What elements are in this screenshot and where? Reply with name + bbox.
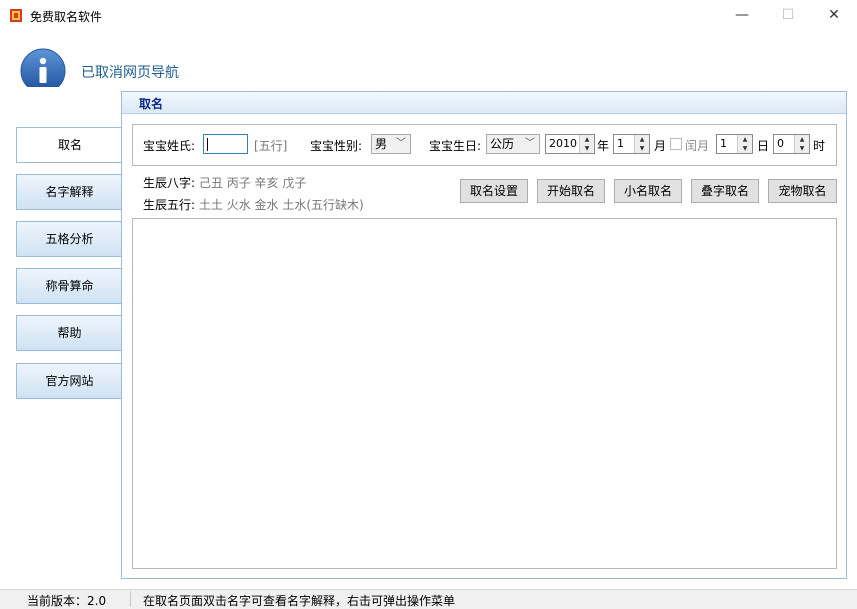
double-char-naming-button[interactable]: 叠字取名 bbox=[691, 179, 759, 203]
sidebar-item-naming[interactable]: 取名 bbox=[16, 127, 123, 163]
spinner-arrows-icon[interactable]: ▲ ▼ bbox=[794, 135, 809, 153]
surname-input[interactable] bbox=[203, 134, 248, 154]
header-title: 已取消网页导航 bbox=[81, 65, 179, 81]
wuxing-label: 生辰五行: bbox=[143, 198, 196, 212]
spinner-arrows-icon[interactable]: ▲ ▼ bbox=[634, 135, 649, 153]
maximize-button[interactable]: ☐ bbox=[765, 0, 811, 30]
usage-tip: 在取名页面双击名字可查看名字解释，右击可弹出操作菜单 bbox=[143, 594, 456, 608]
gender-select[interactable]: 男 ﹀ bbox=[371, 134, 411, 154]
spinner-arrows-icon[interactable]: ▲ ▼ bbox=[579, 135, 594, 153]
calendar-select[interactable]: 公历 ﹀ bbox=[486, 134, 540, 154]
year-spinner[interactable]: 2010 ▲ ▼ bbox=[545, 134, 595, 154]
minimize-button[interactable]: — bbox=[719, 0, 765, 30]
status-divider bbox=[130, 591, 131, 607]
day-unit: 日 bbox=[757, 139, 770, 153]
start-naming-button[interactable]: 开始取名 bbox=[537, 179, 605, 203]
name-results-list[interactable] bbox=[132, 218, 837, 569]
close-button[interactable]: ✕ bbox=[811, 0, 857, 30]
chevron-down-icon: ﹀ bbox=[396, 138, 406, 149]
spinner-arrows-icon[interactable]: ▲ ▼ bbox=[737, 135, 752, 153]
naming-settings-button[interactable]: 取名设置 bbox=[460, 179, 528, 203]
window-title: 免费取名软件 bbox=[30, 10, 103, 24]
gender-label: 宝宝性别: bbox=[310, 139, 363, 153]
sidebar-item-wuge-analysis[interactable]: 五格分析 bbox=[16, 221, 122, 257]
year-unit: 年 bbox=[597, 139, 610, 153]
month-spinner[interactable]: 1 ▲ ▼ bbox=[613, 134, 650, 154]
panel-title: 取名 bbox=[139, 97, 164, 111]
leap-month-label: 闰月 bbox=[685, 139, 710, 153]
nickname-naming-button[interactable]: 小名取名 bbox=[614, 179, 682, 203]
day-spinner[interactable]: 1 ▲ ▼ bbox=[716, 134, 753, 154]
hour-spinner[interactable]: 0 ▲ ▼ bbox=[773, 134, 810, 154]
version-status: 当前版本：2.0 bbox=[27, 594, 107, 608]
sidebar-item-official-site[interactable]: 官方网站 bbox=[16, 363, 122, 399]
bazi-label: 生辰八字: bbox=[143, 176, 196, 190]
app-logo-icon bbox=[10, 9, 22, 22]
month-unit: 月 bbox=[654, 139, 667, 153]
panel-header bbox=[122, 92, 846, 114]
sidebar-item-name-explain[interactable]: 名字解释 bbox=[16, 174, 122, 210]
birthday-label: 宝宝生日: bbox=[429, 139, 482, 153]
hour-unit: 时 bbox=[813, 139, 826, 153]
info-icon bbox=[20, 48, 66, 87]
sidebar-item-bone-weight[interactable]: 称骨算命 bbox=[16, 268, 122, 304]
leap-month-checkbox[interactable] bbox=[670, 138, 682, 150]
pet-naming-button[interactable]: 宠物取名 bbox=[768, 179, 837, 203]
bazi-row: 生辰八字: 己丑 丙子 辛亥 戊子 bbox=[143, 174, 306, 191]
sidebar-item-help[interactable]: 帮助 bbox=[16, 315, 122, 351]
surname-label: 宝宝姓氏: bbox=[143, 139, 196, 153]
bazi-value: 己丑 丙子 辛亥 戊子 bbox=[198, 176, 307, 190]
wuxing-value: 土土 火水 金水 土水(五行缺木) bbox=[198, 198, 364, 212]
wuxing-tag: [五行] bbox=[254, 139, 288, 153]
chevron-down-icon: ﹀ bbox=[525, 138, 535, 149]
wuxing-row: 生辰五行: 土土 火水 金水 土水(五行缺木) bbox=[143, 196, 364, 213]
